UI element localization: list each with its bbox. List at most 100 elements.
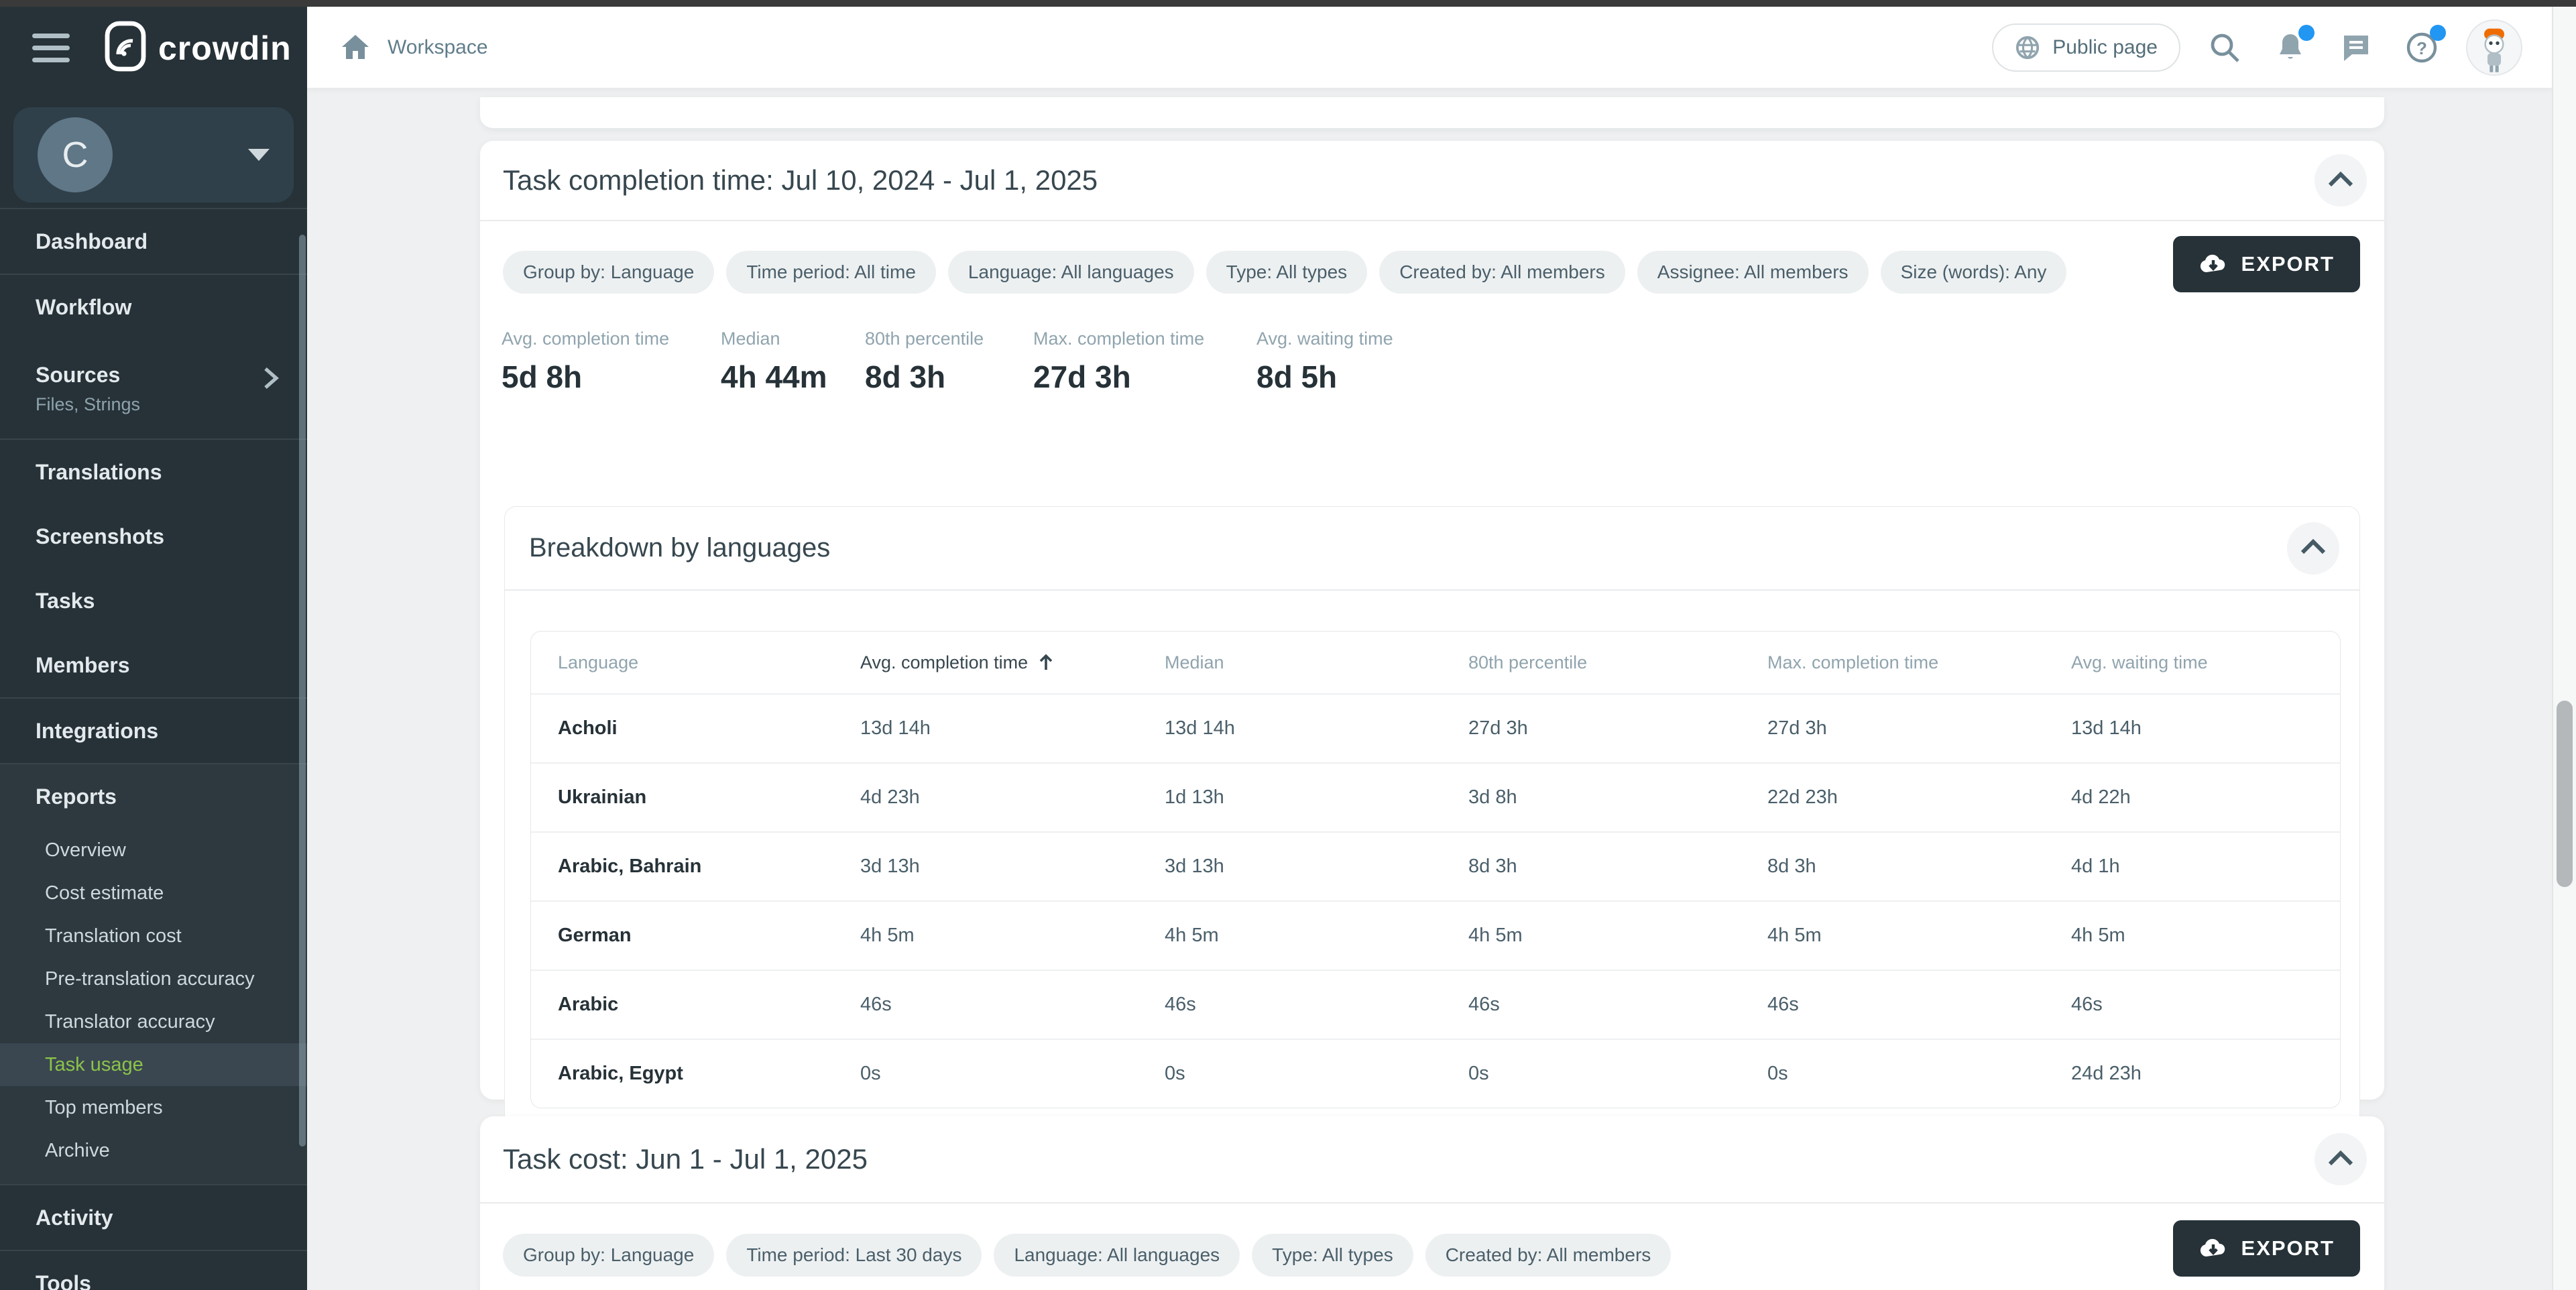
sidebar-item-translator-accuracy[interactable]: Translator accuracy [0, 1000, 307, 1043]
sidebar-item-overview[interactable]: Overview [0, 829, 307, 872]
column-avg-completion-time[interactable]: Avg. completion time [860, 652, 1165, 673]
filter-time-period[interactable]: Time period: Last 30 days [726, 1234, 982, 1277]
task-cost-header: Task cost: Jun 1 - Jul 1, 2025 [480, 1116, 2384, 1204]
column-median[interactable]: Median [1165, 652, 1468, 673]
chevron-up-icon [2326, 170, 2355, 191]
notifications-badge [2298, 25, 2315, 41]
hamburger-menu-icon[interactable] [32, 34, 70, 62]
sidebar-item-pre-translation-accuracy[interactable]: Pre-translation accuracy [0, 957, 307, 1000]
collapse-task-cost-button[interactable] [2315, 1133, 2367, 1185]
sidebar-item-translation-cost[interactable]: Translation cost [0, 915, 307, 957]
chevron-up-icon [2326, 1149, 2355, 1170]
sidebar-item-top-members[interactable]: Top members [0, 1086, 307, 1129]
breakdown-card: Breakdown by languages Language Avg. com… [504, 506, 2360, 1126]
filter-time-period[interactable]: Time period: All time [726, 251, 936, 294]
task-cost-title: Task cost: Jun 1 - Jul 1, 2025 [503, 1143, 868, 1175]
sidebar-item-tasks[interactable]: Tasks [0, 569, 307, 633]
sort-asc-icon [1037, 652, 1055, 672]
export-task-completion-button[interactable]: EXPORT [2173, 236, 2360, 292]
sidebar-item-translations[interactable]: Translations [0, 440, 307, 504]
sidebar-item-reports[interactable]: Reports [0, 764, 307, 829]
table-row[interactable]: Arabic, Egypt 0s 0s 0s 0s 24d 23h [531, 1039, 2340, 1108]
table-header-row: Language Avg. completion time Median 80t… [531, 632, 2340, 693]
page-scrollbar-thumb[interactable] [2557, 701, 2573, 887]
topbar: Workspace Public page ? [307, 7, 2552, 89]
crowdin-logo-text: crowdin [158, 29, 292, 68]
export-task-cost-button[interactable]: EXPORT [2173, 1220, 2360, 1277]
search-icon[interactable] [2203, 26, 2246, 69]
table-row[interactable]: Acholi 13d 14h 13d 14h 27d 3h 27d 3h 13d… [531, 693, 2340, 762]
app-screen: crowdin C Dashboard Workflow Sources Fil… [0, 0, 2576, 1290]
public-page-label: Public page [2052, 36, 2158, 59]
previous-card-edge [480, 97, 2384, 129]
filter-created-by[interactable]: Created by: All members [1425, 1234, 1672, 1277]
task-cost-filters: Group by: Language Time period: Last 30 … [503, 1234, 1671, 1277]
column-language[interactable]: Language [531, 652, 860, 673]
breakdown-header: Breakdown by languages [505, 507, 2359, 591]
stat-80th-percentile: 80th percentile 8d 3h [865, 329, 984, 395]
column-avg-waiting-time[interactable]: Avg. waiting time [2071, 652, 2340, 673]
sidebar-item-workflow[interactable]: Workflow [0, 275, 307, 339]
sidebar-item-screenshots[interactable]: Screenshots [0, 504, 307, 569]
user-avatar[interactable] [2466, 19, 2522, 76]
public-page-button[interactable]: Public page [1992, 23, 2180, 72]
table-row[interactable]: German 4h 5m 4h 5m 4h 5m 4h 5m 4h 5m [531, 900, 2340, 970]
main-content: Task completion time: Jul 10, 2024 - Jul… [307, 89, 2552, 1290]
sidebar-item-sources[interactable]: Sources Files, Strings [0, 339, 307, 438]
crowdin-logo-icon [105, 21, 146, 75]
page-scrollbar[interactable] [2552, 7, 2576, 1290]
breadcrumb[interactable]: Workspace [388, 36, 488, 59]
task-completion-filters: Group by: Language Time period: All time… [503, 251, 2066, 294]
filter-created-by[interactable]: Created by: All members [1379, 251, 1625, 294]
table-row[interactable]: Arabic 46s 46s 46s 46s 46s [531, 970, 2340, 1039]
sidebar-item-cost-estimate[interactable]: Cost estimate [0, 872, 307, 915]
task-completion-card: Task completion time: Jul 10, 2024 - Jul… [480, 141, 2384, 1100]
sidebar-item-activity[interactable]: Activity [0, 1185, 307, 1250]
filter-group-by[interactable]: Group by: Language [503, 251, 714, 294]
cloud-export-icon [2199, 1238, 2228, 1259]
filter-assignee[interactable]: Assignee: All members [1637, 251, 1869, 294]
sidebar-item-members[interactable]: Members [0, 633, 307, 697]
sidebar-scrollbar[interactable] [299, 235, 306, 1147]
notifications-icon[interactable] [2269, 26, 2312, 69]
table-row[interactable]: Arabic, Bahrain 3d 13h 3d 13h 8d 3h 8d 3… [531, 831, 2340, 900]
stat-median: Median 4h 44m [721, 329, 827, 395]
column-80th-percentile[interactable]: 80th percentile [1468, 652, 1767, 673]
chevron-up-icon [2298, 538, 2328, 559]
filter-language[interactable]: Language: All languages [948, 251, 1194, 294]
sidebar: crowdin C Dashboard Workflow Sources Fil… [0, 7, 307, 1290]
topbar-actions: Public page ? [1992, 19, 2552, 76]
stat-max-completion-time: Max. completion time 27d 3h [1033, 329, 1204, 395]
collapse-task-completion-button[interactable] [2315, 154, 2367, 207]
filter-type[interactable]: Type: All types [1252, 1234, 1413, 1277]
stat-avg-waiting-time: Avg. waiting time 8d 5h [1256, 329, 1393, 395]
sidebar-item-archive[interactable]: Archive [0, 1129, 307, 1172]
sidebar-header: crowdin [0, 7, 307, 89]
filter-group-by[interactable]: Group by: Language [503, 1234, 714, 1277]
sidebar-nav: Dashboard Workflow Sources Files, String… [0, 208, 307, 1290]
crowdin-logo[interactable]: crowdin [105, 21, 292, 75]
sidebar-item-tools[interactable]: Tools [0, 1251, 307, 1290]
task-completion-header: Task completion time: Jul 10, 2024 - Jul… [480, 141, 2384, 221]
filter-language[interactable]: Language: All languages [994, 1234, 1240, 1277]
messages-icon[interactable] [2335, 26, 2378, 69]
table-row[interactable]: Ukrainian 4d 23h 1d 13h 3d 8h 22d 23h 4d… [531, 762, 2340, 831]
languages-table: Language Avg. completion time Median 80t… [530, 631, 2341, 1108]
sidebar-item-integrations[interactable]: Integrations [0, 699, 307, 763]
sidebar-item-task-usage[interactable]: Task usage [0, 1043, 307, 1086]
breakdown-title: Breakdown by languages [529, 533, 830, 563]
task-completion-title: Task completion time: Jul 10, 2024 - Jul… [503, 164, 1098, 196]
globe-icon [2015, 35, 2040, 60]
filter-size-words[interactable]: Size (words): Any [1881, 251, 2067, 294]
sidebar-reports-group: Reports Overview Cost estimate Translati… [0, 764, 307, 1184]
home-icon[interactable] [341, 34, 370, 62]
help-icon[interactable]: ? [2400, 26, 2443, 69]
workspace-selector[interactable]: C [13, 107, 294, 202]
task-cost-card: Task cost: Jun 1 - Jul 1, 2025 Group by:… [480, 1116, 2384, 1290]
collapse-breakdown-button[interactable] [2287, 522, 2339, 575]
chevron-down-icon [248, 149, 270, 161]
column-max-completion-time[interactable]: Max. completion time [1767, 652, 2071, 673]
sidebar-item-dashboard[interactable]: Dashboard [0, 209, 307, 274]
workspace-avatar: C [38, 117, 113, 192]
filter-type[interactable]: Type: All types [1206, 251, 1368, 294]
